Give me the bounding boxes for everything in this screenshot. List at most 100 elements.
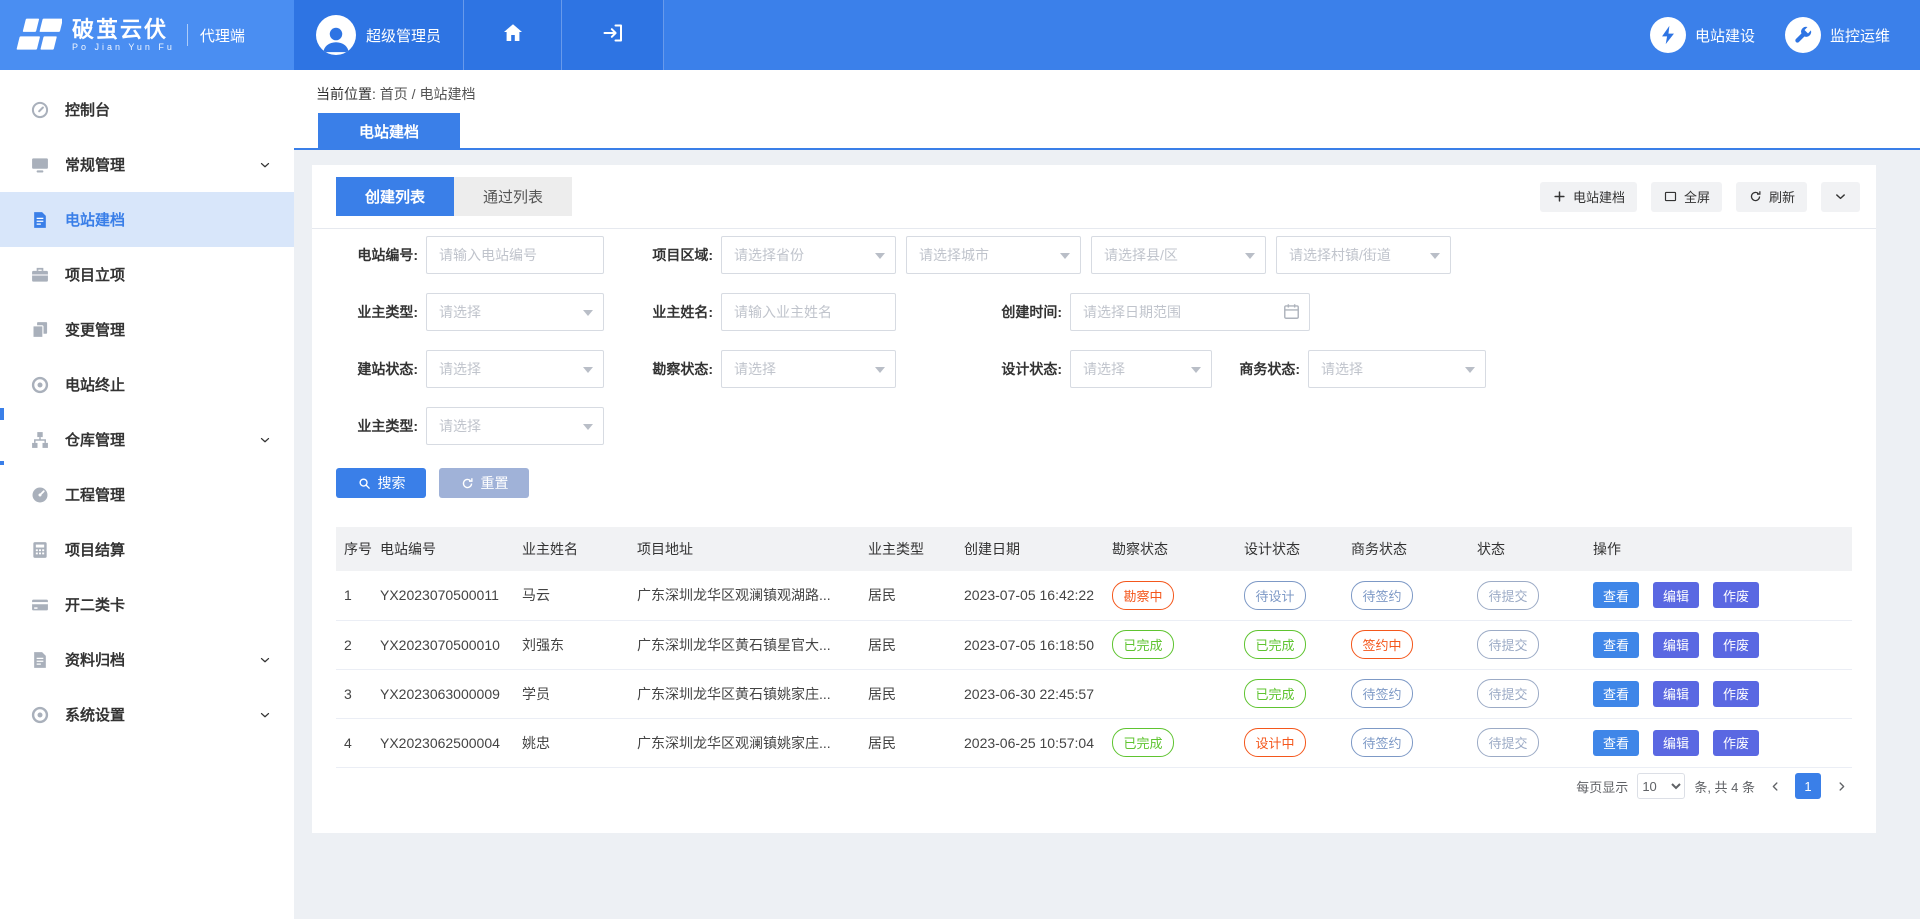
filter-select[interactable]: 请选择 bbox=[1070, 350, 1212, 388]
collapse-filters-button[interactable] bbox=[1821, 182, 1860, 212]
reset-button[interactable]: 重置 bbox=[439, 468, 529, 498]
logo: 破茧云伏 Po Jian Yun Fu 代理端 bbox=[0, 0, 294, 70]
filter-select[interactable]: 请选择 bbox=[426, 293, 604, 331]
cell-survey-status bbox=[1108, 669, 1240, 718]
sidebar-item-project-init[interactable]: 项目立项 bbox=[0, 247, 294, 302]
page-size-select[interactable]: 10 bbox=[1637, 773, 1685, 799]
page-tab-underline bbox=[294, 148, 1920, 150]
prev-page-button[interactable] bbox=[1764, 773, 1786, 799]
view-button[interactable]: 查看 bbox=[1593, 582, 1639, 608]
create-station-button[interactable]: 电站建档 bbox=[1540, 182, 1637, 212]
sidebar-item-station-archive[interactable]: 电站建档 bbox=[0, 192, 294, 247]
current-page-button[interactable]: 1 bbox=[1795, 773, 1821, 799]
avatar bbox=[316, 15, 356, 55]
sidebar-item-open-card[interactable]: 开二类卡 bbox=[0, 577, 294, 632]
sidebar-scroll-indicator bbox=[0, 461, 4, 465]
void-button[interactable]: 作废 bbox=[1713, 582, 1759, 608]
filter-input[interactable] bbox=[426, 236, 604, 274]
user-menu[interactable]: 超级管理员 bbox=[294, 0, 464, 70]
fullscreen-button[interactable]: 全屏 bbox=[1651, 182, 1722, 212]
dashboard-icon bbox=[30, 100, 50, 120]
sidebar-item-engineering-mgmt[interactable]: 工程管理 bbox=[0, 467, 294, 522]
filter-label: 勘察状态: bbox=[631, 350, 721, 388]
sidebar-item-label: 工程管理 bbox=[65, 484, 125, 505]
refresh-icon bbox=[1748, 189, 1763, 204]
search-button[interactable]: 搜索 bbox=[336, 468, 426, 498]
column-header: 业主类型 bbox=[864, 527, 960, 571]
tab-passed-list[interactable]: 通过列表 bbox=[454, 177, 572, 216]
view-button[interactable]: 查看 bbox=[1593, 730, 1639, 756]
sidebar-item-data-archive[interactable]: 资料归档 bbox=[0, 632, 294, 687]
sidebar-item-warehouse-mgmt[interactable]: 仓库管理 bbox=[0, 412, 294, 467]
next-page-button[interactable] bbox=[1830, 773, 1852, 799]
select-placeholder: 请选择县/区 bbox=[1104, 245, 1178, 265]
sidebar-item-change-mgmt[interactable]: 变更管理 bbox=[0, 302, 294, 357]
calendar-icon bbox=[1282, 302, 1301, 321]
cell-actions: 查看编辑作废 bbox=[1589, 718, 1852, 767]
date-range-input[interactable] bbox=[1070, 293, 1310, 331]
app-header: 破茧云伏 Po Jian Yun Fu 代理端 超级管理员 bbox=[0, 0, 1920, 70]
filter-field: 业主类型:请选择 bbox=[336, 407, 604, 445]
filter-select[interactable]: 请选择省份 bbox=[721, 236, 896, 274]
sidebar-item-system-settings[interactable]: 系统设置 bbox=[0, 687, 294, 742]
filter-select[interactable]: 请选择 bbox=[1308, 350, 1486, 388]
page-size-prefix: 每页显示 bbox=[1576, 777, 1628, 796]
view-button[interactable]: 查看 bbox=[1593, 681, 1639, 707]
home-button[interactable] bbox=[464, 0, 562, 70]
logo-side-label: 代理端 bbox=[200, 25, 245, 46]
void-button[interactable]: 作废 bbox=[1713, 730, 1759, 756]
survey-status-badge: 勘察中 bbox=[1112, 581, 1174, 610]
filter-label: 电站编号: bbox=[336, 236, 426, 274]
filter-field: 电站编号: bbox=[336, 236, 604, 274]
cell-station-code: YX2023070500011 bbox=[376, 571, 518, 620]
sidebar-item-label: 变更管理 bbox=[65, 319, 125, 340]
filter-select[interactable]: 请选择村镇/街道 bbox=[1276, 236, 1451, 274]
results-table: 序号电站编号业主姓名项目地址业主类型创建日期勘察状态设计状态商务状态状态操作1Y… bbox=[336, 527, 1852, 768]
filter-select[interactable]: 请选择 bbox=[426, 350, 604, 388]
edit-button[interactable]: 编辑 bbox=[1653, 681, 1699, 707]
page-tab[interactable]: 电站建档 bbox=[318, 113, 460, 150]
logout-button[interactable] bbox=[562, 0, 664, 70]
design-status-badge: 待设计 bbox=[1244, 581, 1306, 610]
sidebar-item-general-mgmt[interactable]: 常规管理 bbox=[0, 137, 294, 192]
breadcrumb-path[interactable]: 首页 / 电站建档 bbox=[380, 86, 476, 102]
nav-station-build[interactable]: 电站建设 bbox=[1650, 0, 1755, 70]
filter-row: 业主类型:请选择 bbox=[336, 407, 1852, 445]
target-icon bbox=[30, 375, 50, 395]
sidebar-item-console[interactable]: 控制台 bbox=[0, 82, 294, 137]
cell-index: 2 bbox=[336, 620, 376, 669]
sidebar-item-project-settle[interactable]: 项目结算 bbox=[0, 522, 294, 577]
filter-select[interactable]: 请选择 bbox=[426, 407, 604, 445]
filter-select[interactable]: 请选择 bbox=[721, 350, 896, 388]
nav-monitor-ops[interactable]: 监控运维 bbox=[1785, 0, 1890, 70]
refresh-button[interactable]: 刷新 bbox=[1736, 182, 1807, 212]
edit-button[interactable]: 编辑 bbox=[1653, 730, 1699, 756]
sidebar-item-station-stop[interactable]: 电站终止 bbox=[0, 357, 294, 412]
filter-input[interactable] bbox=[721, 293, 896, 331]
filter-select[interactable]: 请选择县/区 bbox=[1091, 236, 1266, 274]
dropdown-caret-icon bbox=[1430, 253, 1440, 259]
lightning-icon bbox=[1650, 17, 1686, 53]
date-range-field[interactable] bbox=[1070, 293, 1310, 331]
survey-status-badge: 已完成 bbox=[1112, 630, 1174, 659]
table-row: 3YX2023063000009学员广东深圳龙华区黄石镇姚家庄...居民2023… bbox=[336, 669, 1852, 718]
design-status-badge: 已完成 bbox=[1244, 679, 1306, 708]
edit-button[interactable]: 编辑 bbox=[1653, 582, 1699, 608]
void-button[interactable]: 作废 bbox=[1713, 681, 1759, 707]
sidebar-item-label: 电站终止 bbox=[65, 374, 125, 395]
cell-station-code: YX2023063000009 bbox=[376, 669, 518, 718]
cell-owner-type: 居民 bbox=[864, 571, 960, 620]
cell-owner-name: 刘强东 bbox=[518, 620, 633, 669]
view-button[interactable]: 查看 bbox=[1593, 632, 1639, 658]
business-status-badge: 待签约 bbox=[1351, 581, 1413, 610]
filter-buttons: 搜索 重置 bbox=[336, 468, 529, 498]
filter-field: 请选择村镇/街道 bbox=[1276, 236, 1451, 274]
edit-button[interactable]: 编辑 bbox=[1653, 632, 1699, 658]
tab-create-list[interactable]: 创建列表 bbox=[336, 177, 454, 216]
filter-field: 勘察状态:请选择 bbox=[631, 350, 896, 388]
filter-label: 业主类型: bbox=[336, 407, 426, 445]
void-button[interactable]: 作废 bbox=[1713, 632, 1759, 658]
filter-select[interactable]: 请选择城市 bbox=[906, 236, 1081, 274]
select-placeholder: 请选择 bbox=[1083, 359, 1125, 379]
cell-address: 广东深圳龙华区黄石镇姚家庄... bbox=[633, 669, 864, 718]
